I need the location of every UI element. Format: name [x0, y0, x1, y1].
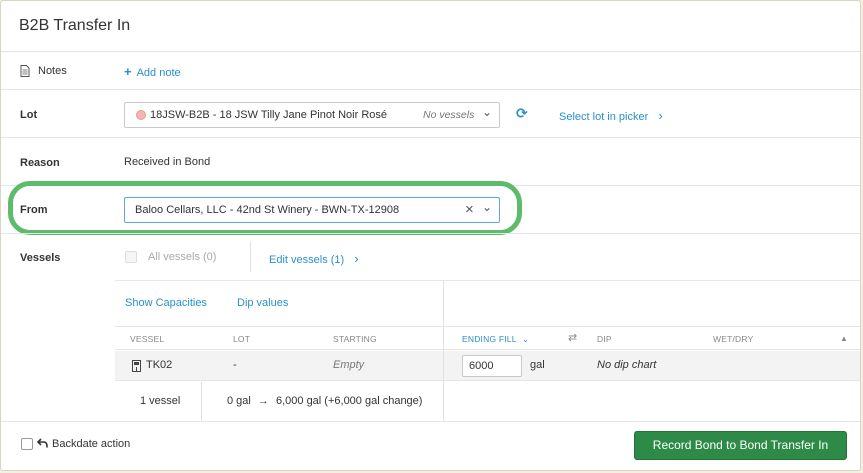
reason-label: Reason	[20, 157, 60, 169]
transfer-panel: B2B Transfer In Notes + Add note Lot 18JS…	[0, 0, 861, 471]
edit-vessels-label: Edit vessels (1)	[269, 254, 345, 266]
ending-fill-label: ENDING FILL	[462, 334, 517, 344]
select-lot-in-picker-link[interactable]: Select lot in picker ›	[559, 108, 663, 123]
summary-to: 6,000 gal (+6,000 gal change)	[275, 395, 423, 407]
col-header-vessel: VESSEL	[130, 334, 165, 344]
backdate-label[interactable]: Backdate action	[52, 438, 130, 450]
ending-fill-input[interactable]: 6000	[462, 355, 522, 377]
ending-fill-value: 6000	[469, 360, 494, 372]
summary-from: 0 gal	[227, 395, 251, 407]
tank-icon	[132, 360, 141, 375]
divider	[1, 421, 860, 422]
divider-vertical	[250, 241, 251, 272]
vessels-label: Vessels	[20, 252, 61, 264]
cell-lot: -	[233, 359, 237, 371]
chevron-right-icon: ›	[658, 108, 663, 123]
cell-unit: gal	[530, 359, 545, 371]
show-capacities-link[interactable]: Show Capacities	[125, 297, 207, 309]
divider	[1, 137, 860, 138]
picker-link-label: Select lot in picker	[559, 111, 649, 123]
edit-vessels-link[interactable]: Edit vessels (1) ›	[269, 251, 359, 266]
highlight-ring	[8, 181, 522, 235]
all-vessels-label: All vessels (0)	[148, 251, 217, 263]
col-header-ending-fill[interactable]: ENDING FILL ⌄	[462, 334, 529, 345]
record-transfer-button[interactable]: Record Bond to Bond Transfer In	[634, 431, 847, 460]
summary-divider	[201, 382, 202, 421]
refresh-icon[interactable]: ⟳	[516, 105, 528, 122]
swap-icon[interactable]: ⇄	[568, 331, 577, 344]
col-header-dip: DIP	[597, 334, 612, 344]
chevron-down-icon: ⌄	[482, 105, 493, 119]
backdate-checkbox[interactable]	[21, 438, 33, 450]
cell-dip: No dip chart	[597, 359, 657, 371]
divider	[1, 233, 860, 234]
dip-values-link[interactable]: Dip values	[237, 297, 288, 309]
summary-change: 0 gal → 6,000 gal (+6,000 gal change)	[227, 395, 422, 407]
cell-starting: Empty	[333, 359, 365, 371]
notes-label: Notes	[38, 65, 67, 77]
undo-arrow-icon	[36, 438, 48, 451]
lot-label: Lot	[20, 109, 38, 121]
cell-vessel: TK02	[146, 359, 173, 371]
col-header-wet-dry: WET/DRY	[713, 334, 754, 344]
panel-header: B2B Transfer In	[1, 1, 860, 52]
lot-color-dot	[136, 110, 146, 120]
summary-count: 1 vessel	[140, 395, 181, 407]
page-title: B2B Transfer In	[19, 17, 131, 34]
reason-value: Received in Bond	[124, 156, 211, 168]
chevron-right-icon: ›	[354, 251, 359, 266]
lot-select[interactable]: 18JSW-B2B - 18 JSW Tilly Jane Pinot Noir…	[124, 102, 500, 128]
lot-vessels-hint: No vessels	[423, 109, 475, 121]
table-area-top-border	[115, 280, 860, 281]
lot-select-value: 18JSW-B2B - 18 JSW Tilly Jane Pinot Noir…	[150, 109, 387, 121]
divider	[1, 89, 860, 90]
arrow-right-icon: →	[257, 395, 269, 407]
col-header-lot: LOT	[233, 334, 251, 344]
sort-up-icon[interactable]: ▲	[840, 334, 848, 343]
cell-ending-divider	[443, 351, 444, 381]
add-note-label: Add note	[136, 67, 181, 79]
all-vessels-checkbox[interactable]	[125, 251, 137, 263]
add-note-link[interactable]: + Add note	[124, 64, 181, 79]
notes-icon	[20, 65, 30, 80]
col-header-starting: STARTING	[333, 334, 377, 344]
chevron-down-icon: ⌄	[521, 334, 530, 344]
plus-icon: +	[124, 64, 132, 79]
